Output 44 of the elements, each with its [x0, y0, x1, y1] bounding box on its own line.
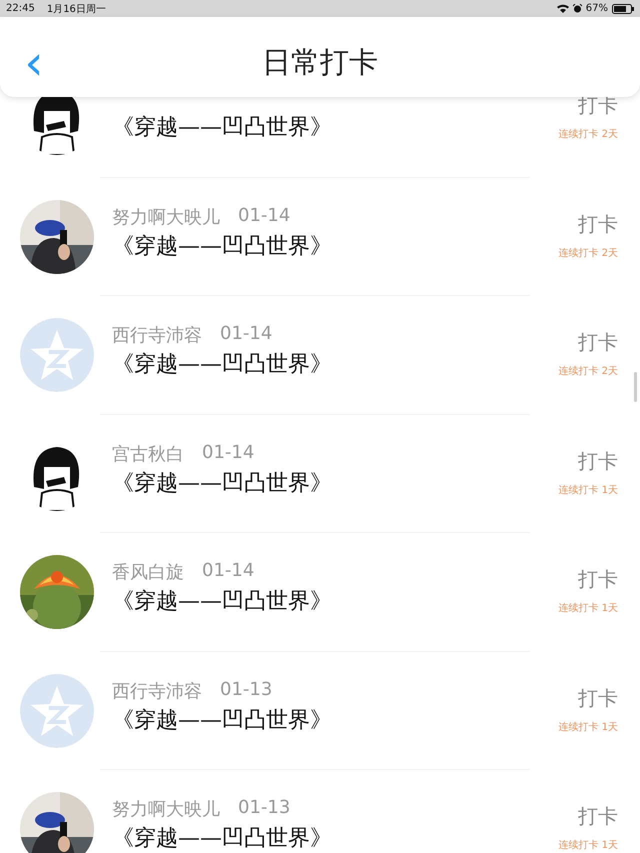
- check-in-button[interactable]: 打卡: [578, 332, 618, 352]
- user-name: 香风白旋: [112, 561, 184, 584]
- page-title: 日常打卡: [262, 44, 378, 81]
- entry-title: 《穿越——凹凸世界》: [112, 351, 333, 380]
- user-name: 宫古秋白: [112, 442, 184, 466]
- wifi-icon: [556, 4, 569, 13]
- check-in-button[interactable]: 打卡: [578, 569, 618, 590]
- battery-percent: 67%: [586, 3, 608, 14]
- alarm-icon: [572, 4, 582, 13]
- user-name: 西行寺沛容: [112, 680, 202, 703]
- streak-label: 连续打卡 1天: [558, 838, 618, 852]
- avatar-placeholder-icon: [20, 674, 94, 748]
- check-in-button[interactable]: 打卡: [578, 214, 618, 234]
- streak-label: 连续打卡 1天: [558, 602, 618, 616]
- post-date: 01-14: [202, 442, 254, 465]
- user-name: 西行寺沛容: [112, 324, 202, 348]
- post-date: 01-13: [238, 797, 290, 820]
- battery-icon: [612, 4, 634, 14]
- check-in-button[interactable]: 打卡: [578, 806, 618, 826]
- post-date: 01-14: [220, 323, 272, 346]
- back-button[interactable]: ‹: [22, 45, 46, 81]
- entry-title: 《穿越——凹凸世界》: [112, 470, 333, 498]
- streak-label: 连续打卡 1天: [558, 720, 618, 734]
- check-in-button[interactable]: 打卡: [578, 688, 618, 708]
- entry-title: 《穿越——凹凸世界》: [112, 706, 333, 735]
- user-name: 努力啊大映儿: [112, 206, 220, 229]
- status-date: 1月16日周一: [46, 2, 106, 16]
- entry-title: 《穿越——凹凸世界》: [112, 588, 333, 616]
- post-date: 01-14: [238, 204, 290, 228]
- post-date: 01-13: [220, 678, 272, 702]
- streak-label: 连续打卡 1天: [558, 484, 618, 497]
- user-name: 努力啊大映儿: [112, 798, 220, 822]
- streak-label: 连续打卡 2天: [558, 364, 618, 378]
- status-time: 22:45: [6, 3, 35, 14]
- entry-title: 《穿越——凹凸世界》: [112, 232, 333, 261]
- check-in-button[interactable]: 打卡: [578, 95, 618, 116]
- streak-label: 连续打卡 2天: [558, 246, 618, 260]
- entry-title: 《穿越——凹凸世界》: [112, 114, 333, 142]
- entry-title: 《穿越——凹凸世界》: [112, 825, 333, 853]
- post-date: 01-14: [202, 560, 254, 584]
- streak-label: 连续打卡 2天: [558, 128, 618, 142]
- avatar-placeholder-icon: [20, 318, 94, 392]
- check-in-button[interactable]: 打卡: [578, 450, 618, 471]
- scrollbar: [634, 372, 637, 402]
